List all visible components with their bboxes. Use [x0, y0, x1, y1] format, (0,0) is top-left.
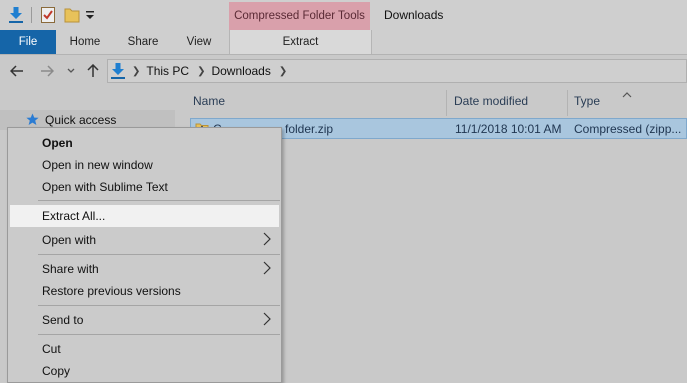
sort-chevron-icon[interactable]: [622, 88, 632, 102]
menu-item-open[interactable]: Open: [10, 132, 279, 154]
up-arrow-icon: [87, 64, 99, 77]
menu-item-send-to[interactable]: Send to: [10, 309, 279, 331]
tab-view[interactable]: View: [174, 30, 224, 54]
address-row: ❯ This PC ❯ Downloads ❯: [0, 55, 687, 87]
column-header-type[interactable]: Type: [574, 94, 600, 108]
menu-divider: [38, 200, 280, 201]
nav-label: Quick access: [45, 113, 117, 127]
column-header-name[interactable]: Name: [193, 94, 225, 108]
divider: [31, 7, 32, 23]
breadcrumb-separator[interactable]: ❯: [279, 66, 287, 77]
menu-item-label: Open in new window: [42, 158, 153, 172]
tab-extract[interactable]: Extract: [229, 30, 372, 54]
title-bar: Compressed Folder Tools Downloads: [0, 0, 687, 30]
menu-item-open-with[interactable]: Open with: [10, 229, 279, 251]
recent-locations-button[interactable]: [64, 62, 78, 80]
folder-icon[interactable]: [62, 5, 82, 25]
menu-item-share-with[interactable]: Share with: [10, 258, 279, 280]
ribbon-tabs: File Home Share View Extract: [0, 30, 687, 55]
menu-item-label: Copy: [42, 364, 71, 378]
column-header-date[interactable]: Date modified: [454, 94, 528, 108]
file-type: Compressed (zipp...: [574, 122, 682, 136]
file-date: 11/1/2018 10:01 AM: [455, 122, 562, 136]
back-button[interactable]: [8, 62, 26, 80]
forward-button[interactable]: [38, 62, 56, 80]
customize-chevron-icon[interactable]: [84, 5, 96, 25]
menu-item-label: Send to: [42, 313, 84, 327]
menu-item-label: Open with: [42, 233, 97, 247]
chevron-down-icon: [67, 68, 75, 73]
menu-divider: [38, 305, 280, 306]
checklist-icon[interactable]: [38, 5, 58, 25]
menu-item-label: Open: [42, 136, 73, 150]
up-button[interactable]: [84, 62, 102, 80]
back-arrow-icon: [10, 65, 23, 77]
menu-item-cut[interactable]: Cut: [10, 338, 279, 360]
forward-arrow-icon: [41, 65, 54, 77]
menu-item-label: Share with: [42, 262, 99, 276]
submenu-arrow-icon: [263, 232, 271, 249]
column-divider[interactable]: [446, 90, 447, 116]
menu-item-extract-all[interactable]: Extract All...: [10, 205, 279, 227]
breadcrumb-downloads[interactable]: Downloads: [211, 64, 270, 78]
column-divider[interactable]: [567, 90, 568, 116]
submenu-arrow-icon: [263, 312, 271, 329]
menu-item-label: Restore previous versions: [42, 284, 181, 298]
breadcrumb-separator[interactable]: ❯: [132, 66, 140, 77]
breadcrumb-separator[interactable]: ❯: [197, 66, 205, 77]
contextual-group-header: Compressed Folder Tools: [229, 2, 370, 30]
menu-item-label: Open with Sublime Text: [42, 180, 168, 194]
submenu-arrow-icon: [263, 261, 271, 278]
menu-item-open-in-new-window[interactable]: Open in new window: [10, 154, 279, 176]
menu-item-open-with-sublime[interactable]: Open with Sublime Text: [10, 176, 279, 198]
breadcrumb-this-pc[interactable]: This PC: [146, 64, 189, 78]
menu-item-copy[interactable]: Copy: [10, 360, 279, 382]
window-title: Downloads: [384, 8, 444, 22]
tab-home[interactable]: Home: [60, 30, 110, 54]
downloads-icon: [110, 62, 126, 80]
menu-divider: [38, 334, 280, 335]
menu-item-label: Cut: [42, 342, 61, 356]
tab-file[interactable]: File: [0, 30, 56, 54]
menu-item-restore-previous-versions[interactable]: Restore previous versions: [10, 280, 279, 302]
context-menu: Open Open in new window Open with Sublim…: [7, 127, 282, 383]
menu-divider: [38, 254, 280, 255]
tab-share[interactable]: Share: [118, 30, 168, 54]
menu-item-label: Extract All...: [42, 209, 106, 223]
file-name: folder.zip: [285, 122, 334, 136]
address-bar[interactable]: ❯ This PC ❯ Downloads ❯: [107, 59, 687, 83]
down-arrow-icon[interactable]: [6, 5, 26, 25]
